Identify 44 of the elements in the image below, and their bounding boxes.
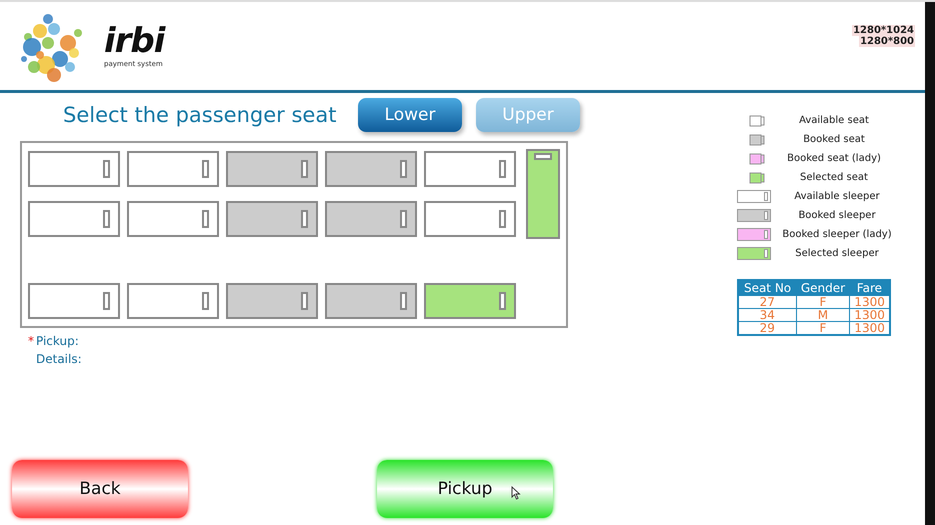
legend-label: Available sleeper xyxy=(793,191,881,202)
legend-label: Booked sleeper xyxy=(797,210,877,221)
column-header: Seat No xyxy=(738,280,796,296)
table-cell: F xyxy=(796,296,850,308)
sleeper-berth[interactable] xyxy=(325,151,417,187)
deck-tab[interactable]: Lower xyxy=(358,98,462,132)
sleeper-berth[interactable] xyxy=(424,283,516,319)
sleeper-berth[interactable] xyxy=(28,201,120,237)
legend-label: Booked seat (lady) xyxy=(786,153,882,164)
resolution-label: 1280*800 xyxy=(859,36,915,47)
sleeper-berth[interactable] xyxy=(526,149,560,239)
page-title: Select the passenger seat xyxy=(63,103,338,127)
sleeper-berth[interactable] xyxy=(28,283,120,319)
sleeper-berth[interactable] xyxy=(28,151,120,187)
back-button[interactable]: Back xyxy=(12,460,188,518)
resolution-label: 1280*1024 xyxy=(852,25,915,36)
field-label: Pickup: xyxy=(36,334,79,350)
mouse-cursor-icon xyxy=(511,486,521,500)
sleeper-berth[interactable] xyxy=(226,201,318,237)
legend-label: Available seat xyxy=(798,115,870,126)
table-cell: 27 xyxy=(738,296,796,308)
sleeper-berth[interactable] xyxy=(424,151,516,187)
field-label: Details: xyxy=(36,352,82,368)
sleeper-berth[interactable] xyxy=(424,201,516,237)
sleeper-berth[interactable] xyxy=(127,201,219,237)
column-header: Fare xyxy=(850,280,890,296)
sleeper-berth[interactable] xyxy=(325,201,417,237)
sleeper-berth[interactable] xyxy=(226,283,318,319)
table-cell: M xyxy=(796,308,850,322)
column-header: Gender xyxy=(796,280,850,296)
logo-wordmark: irbi xyxy=(104,24,164,58)
table-cell: 1300 xyxy=(850,296,890,308)
legend-label: Selected sleeper xyxy=(794,248,880,259)
table-cell: 1300 xyxy=(850,308,890,322)
sleeper-berth[interactable] xyxy=(325,283,417,319)
table-cell: 34 xyxy=(738,308,796,322)
sleeper-berth[interactable] xyxy=(226,151,318,187)
sleeper-berth[interactable] xyxy=(127,283,219,319)
required-marker: * xyxy=(28,334,34,348)
legend-label: Selected seat xyxy=(799,172,869,183)
legend-label: Booked seat xyxy=(802,134,866,145)
sleeper-berth[interactable] xyxy=(127,151,219,187)
pickup-button[interactable]: Pickup xyxy=(377,460,553,518)
legend-label: Booked sleeper (lady) xyxy=(781,229,893,240)
